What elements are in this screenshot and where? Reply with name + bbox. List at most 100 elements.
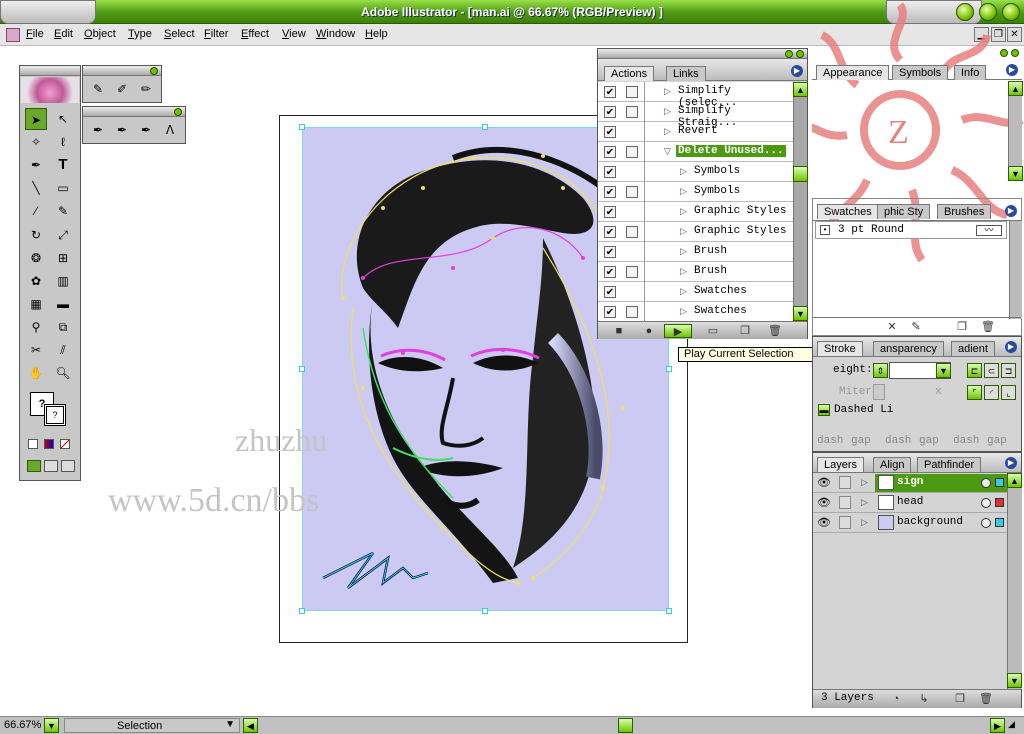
resize-grip-icon[interactable]: ◢ [1008,719,1022,733]
delete-layer-icon[interactable]: 🗑︎ [979,692,993,706]
record-icon[interactable]: ● [642,324,656,338]
delete-anchor-icon[interactable]: ✒ [135,119,157,141]
layers-scrollbar[interactable]: ▲ ▼ [1007,473,1022,689]
tab-pathfinder[interactable]: Pathfinder [917,457,982,472]
new-set-icon[interactable]: ▭ [706,324,720,338]
toggle-item-checkbox[interactable]: ✔ [604,186,616,198]
tab-appearance[interactable]: Appearance [816,65,890,80]
expand-arrow-icon[interactable]: ▷ [680,246,687,257]
weight-dropdown-icon[interactable]: ▼ [936,363,951,378]
toggle-dialog-checkbox[interactable] [626,186,638,198]
target-circle-icon[interactable] [981,498,991,508]
blend-tool-icon[interactable]: ⧉ [52,316,74,338]
type-tool-icon[interactable]: T [52,154,74,176]
tab-align[interactable]: Align [873,457,912,472]
selection-tool-icon[interactable]: ➤ [25,108,47,130]
gradient-tool-icon[interactable]: ▬ [52,293,74,315]
cap-butt-icon[interactable]: ⊏ [967,363,982,378]
hand-tool-icon[interactable]: ✋ [25,362,47,384]
stroke-menu-arrow-icon[interactable]: ▶ [1005,341,1017,353]
lock-toggle[interactable] [839,496,851,509]
zoom-dropdown-icon[interactable]: ▼ [44,718,59,733]
dashed-line-checkbox[interactable]: ▬ [818,404,830,416]
selection-handle[interactable] [666,608,672,614]
expand-arrow-icon[interactable]: ▷ [680,186,687,197]
cap-square-icon[interactable]: ⊐ [1001,363,1016,378]
scroll-up-icon[interactable]: ▲ [1008,81,1023,96]
action-row[interactable]: ✔ ▷ Graphic Styles [598,222,794,242]
pencil-icon[interactable]: ✎ [87,78,109,100]
pen-tool-icon[interactable]: ✒ [25,154,47,176]
rotate-tool-icon[interactable]: ↻ [25,224,47,246]
join-round-icon[interactable]: ◜ [984,385,999,400]
target-circle-icon[interactable] [981,518,991,528]
delete-brush-icon[interactable]: 🗑︎ [981,320,995,334]
action-row[interactable]: ✔ ▷ Swatches [598,282,794,302]
menu-file[interactable]: File [26,28,44,40]
pencil-tool-icon[interactable]: ✎ [52,200,74,222]
toggle-item-checkbox[interactable]: ✔ [604,286,616,298]
tab-graphic-styles[interactable]: phic Sty [877,204,931,219]
selection-handle[interactable] [299,608,305,614]
selection-handle[interactable] [482,124,488,130]
scroll-left-icon[interactable]: ◀ [243,718,258,733]
layer-row[interactable]: 👁︎ ▷ head [813,493,1007,513]
screen-mode-menu-icon[interactable] [44,460,58,472]
tab-actions[interactable]: Actions [604,66,655,81]
remove-brush-icon[interactable]: ✕ [885,320,899,334]
lasso-tool-icon[interactable]: ℓ [52,131,74,153]
magic-wand-tool-icon[interactable]: ✧ [25,131,47,153]
document-icon[interactable] [6,28,20,42]
action-row[interactable]: ✔ ▷ Simplify Straig... [598,102,794,129]
appearance-scrollbar[interactable]: ▲ ▼ [1008,81,1023,181]
screen-mode-full-icon[interactable] [61,460,75,472]
symbol-sprayer-tool-icon[interactable]: ✿ [25,270,47,292]
menu-object[interactable]: Object [84,28,116,40]
scroll-up-icon[interactable]: ▲ [1007,473,1022,488]
expand-open-icon[interactable]: ▽ [664,146,671,157]
tab-brushes[interactable]: Brushes [937,204,992,219]
menu-help[interactable]: Help [365,28,388,40]
scroll-down-icon[interactable]: ▼ [1007,673,1022,688]
paintbrush-tool-icon[interactable]: ⁄ [25,200,47,222]
tearoff-titlebar[interactable] [83,107,185,117]
menu-filter[interactable]: Filter [204,28,228,40]
weight-stepper[interactable]: ⇕ [873,363,888,378]
layers-menu-arrow-icon[interactable]: ▶ [1005,457,1017,469]
action-row[interactable]: ✔ ▷ Symbols [598,162,794,182]
toggle-item-checkbox[interactable]: ✔ [604,126,616,138]
join-miter-icon[interactable]: ⌜ [967,385,982,400]
toggle-dialog-checkbox[interactable] [626,246,638,258]
actions-menu-arrow-icon[interactable]: ▶ [791,65,803,77]
play-icon[interactable]: ▶ [664,324,692,338]
brush-list-item[interactable]: • 3 pt Round 〰 [815,221,1007,239]
slice-tool-icon[interactable]: ✂ [25,339,47,361]
action-row[interactable]: ✔ ▷ Graphic Styles [598,202,794,222]
lock-toggle[interactable] [839,476,851,489]
toggle-item-checkbox[interactable]: ✔ [604,226,616,238]
toggle-item-checkbox[interactable]: ✔ [604,86,616,98]
tab-symbols[interactable]: Symbols [892,65,949,80]
action-row[interactable]: ✔ ▷ Swatches [598,302,794,322]
screen-mode-standard-icon[interactable] [27,460,41,472]
tab-layers[interactable]: Layers [817,457,865,472]
scroll-right-icon[interactable]: ▶ [990,718,1005,733]
scissors-tool-icon[interactable]: ⫽ [52,339,74,361]
toggle-dialog-checkbox[interactable] [626,266,638,278]
action-row[interactable]: ✔ ▽ Delete Unused... [598,142,794,162]
tab-links[interactable]: Links [666,66,706,81]
action-row[interactable]: ✔ ▷ Brush [598,262,794,282]
visibility-eye-icon[interactable]: 👁︎ [817,496,831,510]
expand-arrow-icon[interactable]: ▷ [664,106,671,117]
selection-handle[interactable] [666,366,672,372]
tab-transparency[interactable]: ansparency [873,341,944,356]
toolbox-titlebar[interactable] [20,66,80,76]
scale-tool-icon[interactable]: ⤢ [52,224,74,246]
gradient-mode-icon[interactable] [44,439,54,449]
tab-swatches[interactable]: Swatches [817,204,879,219]
menu-type[interactable]: Type [128,28,152,40]
appearance-titlebar[interactable] [812,48,1022,58]
expand-arrow-icon[interactable]: ▷ [664,126,671,137]
erase-tool-icon[interactable]: ✏ [135,78,157,100]
action-row[interactable]: ✔ ▷ Symbols [598,182,794,202]
